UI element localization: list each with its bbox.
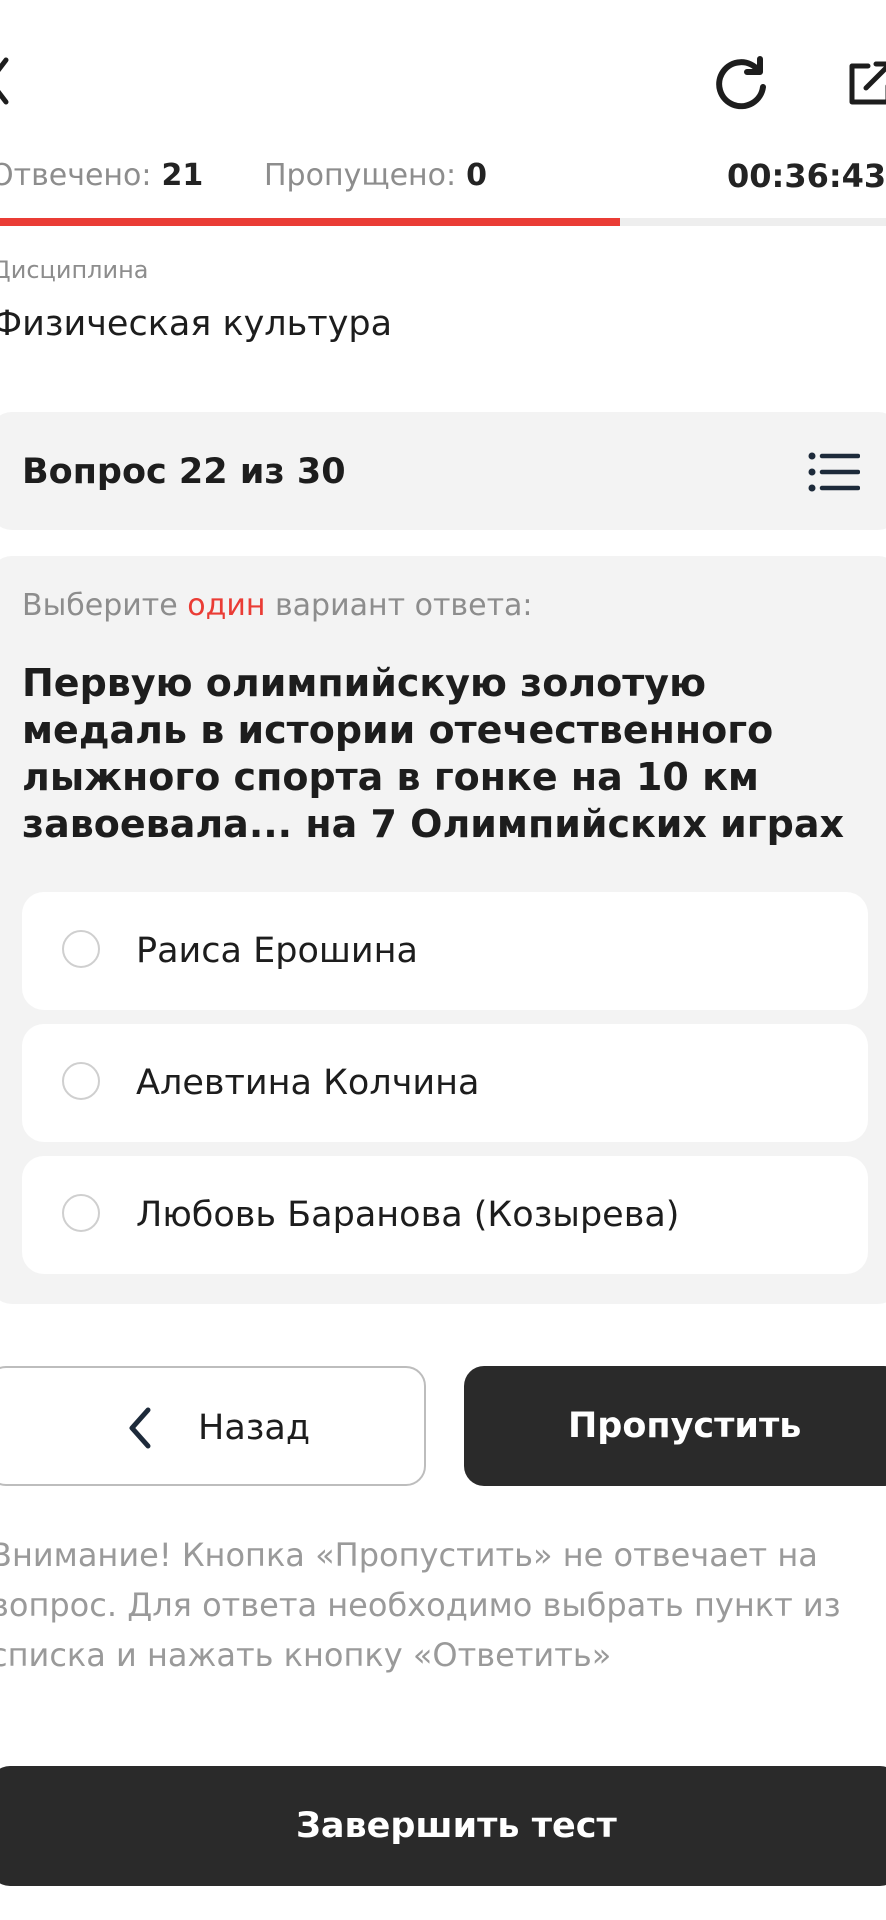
instruction-text-end: вариант ответа: <box>265 588 533 623</box>
radio-button[interactable] <box>62 1062 100 1100</box>
answer-option[interactable]: Алевтина Колчина <box>22 1024 868 1142</box>
option-label: Любовь Баранова (Козырева) <box>136 1195 680 1235</box>
top-bar <box>0 0 886 140</box>
discipline-label: Дисциплина <box>0 256 149 284</box>
option-label: Алевтина Колчина <box>136 1063 480 1103</box>
progress-fill <box>0 218 621 226</box>
answered-count: 21 <box>161 158 204 193</box>
answered-stat: Отвечено: 21 <box>0 156 203 196</box>
answered-label: Отвечено: <box>0 158 152 193</box>
skipped-count: 0 <box>466 158 487 193</box>
list-icon[interactable] <box>808 450 860 494</box>
back-button-label: Назад <box>198 1408 311 1448</box>
question-card: Выберите один вариант ответа: Первую оли… <box>0 556 886 1304</box>
finish-test-button[interactable]: Завершить тест <box>0 1766 886 1886</box>
radio-button[interactable] <box>62 930 100 968</box>
question-counter: Вопрос 22 из 30 <box>22 452 346 492</box>
timer: 00:36:43 <box>727 157 886 195</box>
progress-bar <box>0 218 886 226</box>
question-header: Вопрос 22 из 30 <box>0 412 886 530</box>
back-button[interactable]: Назад <box>0 1366 426 1486</box>
skip-button-label: Пропустить <box>568 1406 802 1446</box>
answer-option[interactable]: Любовь Баранова (Козырева) <box>22 1156 868 1274</box>
radio-button[interactable] <box>62 1194 100 1232</box>
finish-button-label: Завершить тест <box>296 1806 617 1846</box>
skip-warning: Внимание! Кнопка «Пропустить» не отвечае… <box>0 1536 841 1674</box>
skip-button[interactable]: Пропустить <box>464 1366 886 1486</box>
question-text: Первую олимпийскую золотую медаль в исто… <box>22 661 844 846</box>
answer-instruction: Выберите один вариант ответа: <box>22 586 533 626</box>
discipline-value: Физическая культура <box>0 304 393 344</box>
share-icon[interactable] <box>846 58 886 108</box>
instruction-text: Выберите <box>22 588 188 623</box>
reload-icon[interactable] <box>712 54 770 112</box>
answer-option[interactable]: Раиса Ерошина <box>22 892 868 1010</box>
chevron-left-icon <box>129 1407 151 1449</box>
skipped-label: Пропущено: <box>264 158 457 193</box>
instruction-accent: один <box>187 588 266 623</box>
skipped-stat: Пропущено: 0 <box>264 156 487 196</box>
option-label: Раиса Ерошина <box>136 931 418 971</box>
chevron-left-icon[interactable] <box>0 56 10 106</box>
